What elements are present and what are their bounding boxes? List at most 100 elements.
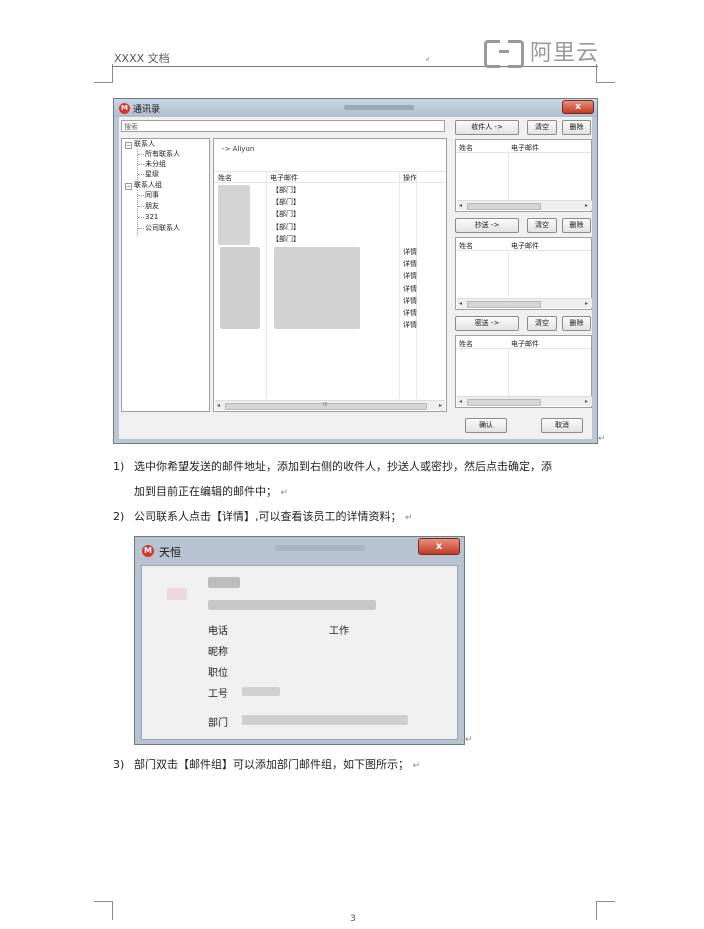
dept-cell[interactable]: 【部门】	[272, 223, 300, 232]
close-button[interactable]: x	[562, 100, 594, 114]
scroll-left-icon[interactable]: ◂	[459, 397, 462, 406]
tree-item-321[interactable]: 321	[145, 213, 158, 222]
return-mark: ↵	[412, 761, 421, 771]
tree-item-contact-groups[interactable]: 联系人组	[134, 181, 162, 190]
department-label: 部门	[208, 718, 228, 729]
dept-cell[interactable]: 【部门】	[272, 210, 300, 219]
corner-mark-top-left	[94, 64, 113, 83]
cancel-button[interactable]: 取消	[541, 418, 583, 433]
horizontal-scrollbar[interactable]: ◂ III ▸	[215, 400, 445, 410]
scroll-left-icon[interactable]: ◂	[217, 401, 220, 410]
address-book-title: 通讯录	[133, 105, 161, 115]
tree-item-colleagues[interactable]: 同事	[145, 191, 159, 200]
scroll-right-icon[interactable]: ▸	[439, 401, 442, 410]
collapse-icon[interactable]: −	[125, 183, 132, 190]
details-link[interactable]: 详情	[403, 297, 417, 306]
scroll-thumb[interactable]	[467, 203, 541, 210]
details-link[interactable]: 详情	[403, 260, 417, 269]
to-recipient-list: 姓名 电子邮件 ◂ ▸	[455, 139, 592, 212]
scroll-left-icon[interactable]: ◂	[459, 299, 462, 308]
address-book-titlebar: M 通讯录 x	[114, 99, 597, 117]
tree-item-contacts[interactable]: 联系人	[134, 140, 155, 149]
dept-cell[interactable]: 【部门】	[272, 198, 300, 207]
horizontal-scrollbar[interactable]: ◂ ▸	[457, 200, 592, 210]
cc-button[interactable]: 抄送 ->	[455, 218, 519, 233]
app-logo-icon: M	[119, 103, 130, 114]
step-2-number: 2)	[113, 510, 125, 523]
details-body: 电话 工作 昵称 职位 工号 部门	[141, 565, 458, 740]
scroll-right-icon[interactable]: ▸	[585, 299, 588, 308]
scroll-right-icon[interactable]: ▸	[585, 397, 588, 406]
details-link[interactable]: 详情	[403, 272, 417, 281]
contact-tree: − 联系人 所有联系人 未分组 星级 − 联系人组 同事 朋友 321 公司联系…	[121, 138, 210, 412]
clear-cc-button[interactable]: 清空	[527, 218, 557, 233]
step-1-line-2: 加到目前正在编辑的邮件中； ↵	[134, 485, 289, 498]
delete-cc-button[interactable]: 删除	[562, 218, 591, 233]
delete-to-button[interactable]: 删除	[562, 120, 591, 135]
contact-list: -> Aliyun 姓名 电子邮件 操作 【部门】 【部门】 【部门】 【部门】…	[213, 138, 447, 412]
position-label: 职位	[208, 668, 228, 679]
nickname-label: 昵称	[208, 647, 228, 658]
header-rule	[112, 66, 598, 67]
delete-bcc-button[interactable]: 删除	[562, 316, 591, 331]
redacted-email	[208, 600, 376, 610]
avatar	[167, 588, 187, 600]
search-input[interactable]: 搜索	[121, 120, 445, 132]
to-button[interactable]: 收件人 ->	[455, 120, 519, 135]
step-3-text: 部门双击【邮件组】可以添加部门邮件组，如下图所示； ↵	[134, 758, 421, 771]
details-link[interactable]: 详情	[403, 285, 417, 294]
aliyun-logo: 阿里云	[484, 36, 600, 68]
page-number: 3	[350, 914, 356, 924]
app-logo-icon: M	[142, 545, 154, 557]
tree-item-company-contacts[interactable]: 公司联系人	[145, 224, 180, 233]
redacted-name	[208, 577, 240, 588]
breadcrumb: -> Aliyun	[222, 145, 255, 153]
tree-item-friends[interactable]: 朋友	[145, 202, 159, 211]
work-label: 工作	[329, 626, 349, 637]
blurred-title-text	[344, 105, 414, 110]
redacted-names	[220, 247, 260, 329]
logo-text: 阿里云	[530, 41, 600, 66]
clear-bcc-button[interactable]: 清空	[527, 316, 557, 331]
bcc-button[interactable]: 密送 ->	[455, 316, 519, 331]
details-link[interactable]: 详情	[403, 248, 417, 257]
blurred-title-text	[275, 545, 365, 551]
redacted-department	[242, 715, 408, 725]
return-mark: ↵	[280, 488, 289, 498]
header-doc-title: XXXX 文档	[114, 52, 170, 65]
dept-cell[interactable]: 【部门】	[272, 235, 300, 244]
scroll-grip: III	[323, 402, 328, 408]
step-2-text: 公司联系人点击【详情】,可以查看该员工的详情资料； ↵	[134, 510, 413, 523]
details-link[interactable]: 详情	[403, 309, 417, 318]
document-page: XXXX 文档 ↲ 阿里云 M 通讯录 x 搜索 − 联系人 所有联系人 未分组	[0, 0, 704, 929]
ok-button[interactable]: 确认	[465, 418, 507, 433]
tree-item-ungrouped[interactable]: 未分组	[145, 160, 166, 169]
scroll-left-icon[interactable]: ◂	[459, 201, 462, 210]
address-book-window: M 通讯录 x 搜索 − 联系人 所有联系人 未分组 星级 − 联系人组 同事 …	[113, 98, 598, 444]
tree-item-starred[interactable]: 星级	[145, 170, 159, 179]
scroll-right-icon[interactable]: ▸	[585, 201, 588, 210]
scroll-thumb[interactable]	[467, 301, 541, 308]
clear-to-button[interactable]: 清空	[527, 120, 557, 135]
tree-item-all-contacts[interactable]: 所有联系人	[145, 150, 180, 159]
corner-mark-bottom-left	[94, 901, 113, 920]
close-button[interactable]: x	[418, 538, 460, 555]
redacted-emails	[274, 247, 360, 329]
bcc-recipient-list: 姓名 电子邮件 ◂ ▸	[455, 335, 592, 408]
corner-mark-bottom-right	[596, 901, 615, 920]
horizontal-scrollbar[interactable]: ◂ ▸	[457, 396, 592, 406]
details-link[interactable]: 详情	[403, 321, 417, 330]
redacted-employee-id	[242, 687, 280, 696]
return-mark: ↵	[465, 735, 473, 745]
horizontal-scrollbar[interactable]: ◂ ▸	[457, 298, 592, 308]
return-mark: ↵	[598, 434, 606, 444]
dept-cell[interactable]: 【部门】	[272, 186, 300, 195]
header-paragraph-mark: ↲	[425, 56, 431, 63]
address-book-body: 搜索 − 联系人 所有联系人 未分组 星级 − 联系人组 同事 朋友 321 公…	[119, 117, 592, 439]
return-mark: ↵	[405, 513, 413, 523]
phone-label: 电话	[208, 626, 228, 637]
scroll-thumb[interactable]	[467, 399, 541, 406]
cc-recipient-list: 姓名 电子邮件 ◂ ▸	[455, 237, 592, 310]
redacted-names	[218, 185, 250, 245]
collapse-icon[interactable]: −	[125, 142, 132, 149]
